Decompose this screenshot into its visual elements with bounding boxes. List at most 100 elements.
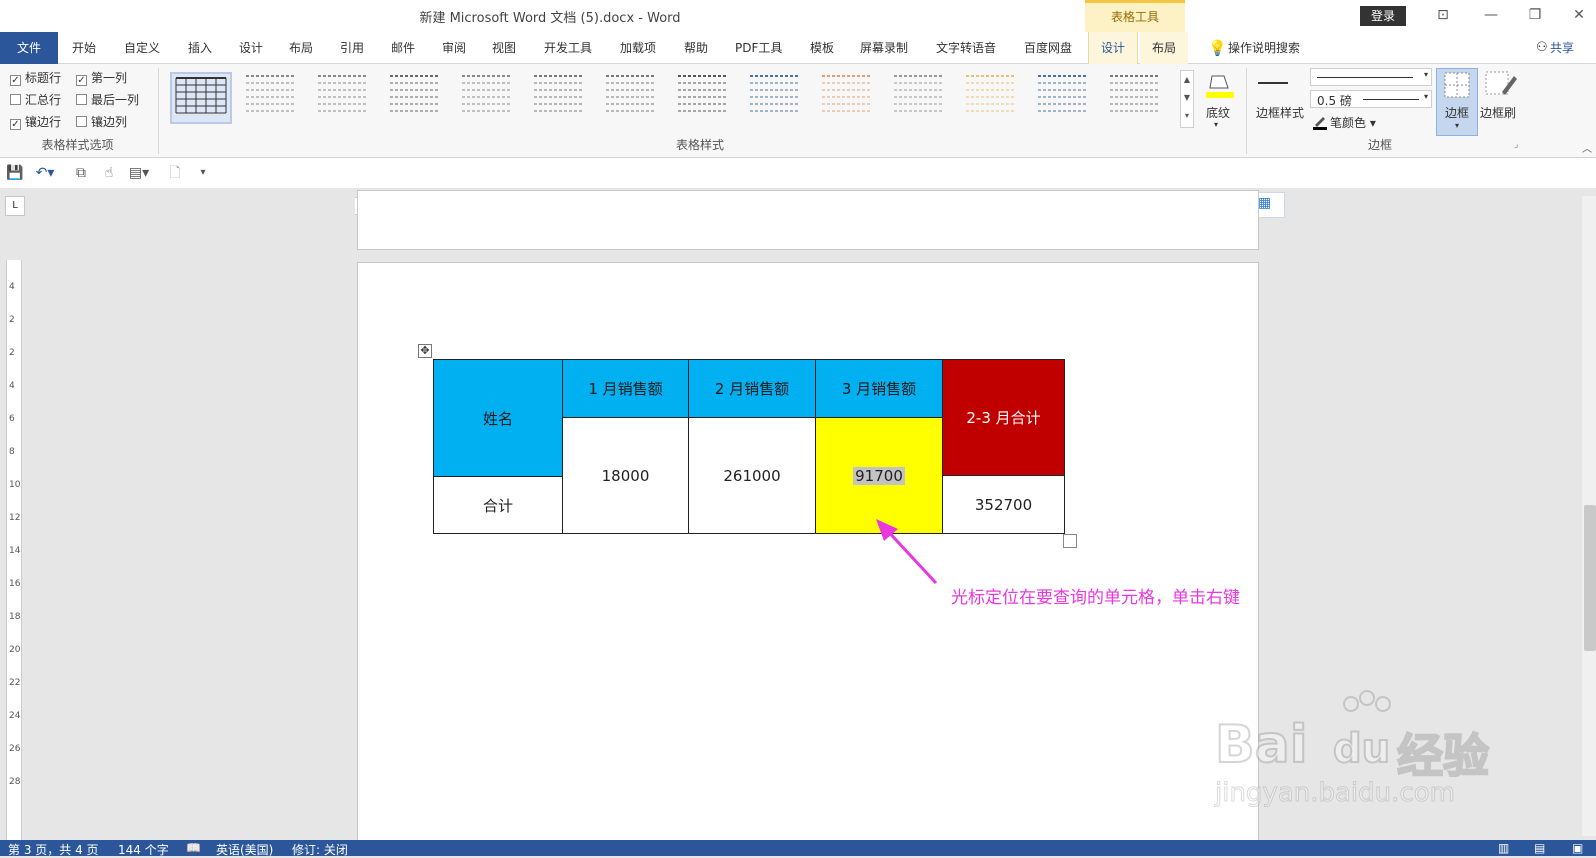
tab-custom[interactable]: 自定义 <box>116 32 168 64</box>
table-style-thumbnail[interactable] <box>170 72 232 124</box>
touch-mode-icon[interactable]: ☝ <box>98 163 120 183</box>
table-style-thumbnail[interactable] <box>818 72 880 124</box>
document-page[interactable] <box>357 262 1259 842</box>
track-changes-status[interactable]: 修订: 关闭 <box>292 841 348 858</box>
tab-screen-recording[interactable]: 屏幕录制 <box>852 32 916 64</box>
border-styles-button[interactable]: 边框样式 <box>1256 104 1304 121</box>
customize-qat-icon[interactable]: ▾ <box>192 163 214 183</box>
ruler-tick: 14 <box>9 546 21 556</box>
table-style-thumbnail[interactable] <box>1106 72 1168 124</box>
table-resize-handle[interactable] <box>1063 534 1077 548</box>
collapse-ribbon-icon[interactable]: ︿ <box>1582 140 1592 155</box>
tab-file[interactable]: 文件 <box>0 32 58 64</box>
cell-feb-header[interactable]: 2 月销售额 <box>688 359 816 418</box>
tab-baidu-netdisk[interactable]: 百度网盘 <box>1016 32 1080 64</box>
tab-layout[interactable]: 布局 <box>281 32 321 64</box>
save-icon[interactable]: 💾 <box>4 163 26 183</box>
paint-bucket-icon[interactable] <box>1202 70 1238 100</box>
restore-button[interactable]: ❐ <box>1522 4 1548 26</box>
table-style-thumbnail[interactable] <box>242 72 304 124</box>
tab-pdf-tools[interactable]: PDF工具 <box>727 32 790 64</box>
cell-jan-value[interactable]: 18000 <box>562 417 689 534</box>
copy-format-icon[interactable]: ⧉ <box>70 163 92 183</box>
tab-text-to-speech[interactable]: 文字转语音 <box>928 32 1004 64</box>
table-style-thumbnail[interactable] <box>530 72 592 124</box>
table-style-thumbnail[interactable] <box>746 72 808 124</box>
table-style-thumbnail[interactable] <box>386 72 448 124</box>
tab-view[interactable]: 视图 <box>484 32 524 64</box>
tab-references[interactable]: 引用 <box>332 32 372 64</box>
table-style-thumbnail[interactable] <box>602 72 664 124</box>
title-bar: 新建 Microsoft Word 文档 (5).docx - Word 表格工… <box>0 0 1596 32</box>
shading-button[interactable]: 底纹 <box>1206 104 1230 121</box>
cell-jan-header[interactable]: 1 月销售额 <box>562 359 689 418</box>
tab-templates[interactable]: 模板 <box>802 32 842 64</box>
tell-me-search[interactable]: 操作说明搜索 <box>1220 32 1308 64</box>
dialog-launcher-icon[interactable]: ⌟ <box>1514 140 1518 150</box>
table-style-thumbnail[interactable] <box>314 72 376 124</box>
word-count[interactable]: 144 个字 <box>118 841 169 858</box>
checkmark-icon: ✓ <box>76 75 87 86</box>
cell-name-header[interactable]: 姓名 <box>433 359 563 477</box>
minimize-button[interactable]: — <box>1478 4 1504 26</box>
borders-button[interactable]: 边框 ▾ <box>1436 68 1478 136</box>
last-column-checkbox[interactable]: 最后一列 <box>76 90 139 110</box>
tab-mailings[interactable]: 邮件 <box>383 32 423 64</box>
annotation-arrow-icon <box>876 519 938 585</box>
tab-design[interactable]: 设计 <box>231 32 271 64</box>
table-style-thumbnail[interactable] <box>890 72 952 124</box>
language-indicator[interactable]: 英语(美国) <box>216 841 273 858</box>
tab-home[interactable]: 开始 <box>64 32 104 64</box>
new-document-icon[interactable]: 🗋 <box>164 163 186 183</box>
first-column-checkbox[interactable]: ✓ 第一列 <box>76 68 127 88</box>
border-painter-button[interactable]: 边框刷 <box>1480 104 1516 121</box>
header-row-checkbox[interactable]: ✓ 标题行 <box>10 68 61 88</box>
cell-total-label[interactable]: 合计 <box>433 476 563 534</box>
status-bar: 第 3 页，共 4 页 144 个字 📖 英语(美国) 修订: 关闭 ▥ ▤ ▣ <box>0 840 1596 858</box>
total-row-checkbox[interactable]: 汇总行 <box>10 90 61 110</box>
table-style-thumbnail[interactable] <box>458 72 520 124</box>
ribbon-display-options-icon[interactable]: ⊡ <box>1430 4 1456 26</box>
tab-insert[interactable]: 插入 <box>180 32 220 64</box>
cell-sum-value[interactable]: 352700 <box>942 475 1065 534</box>
close-button[interactable]: ✕ <box>1566 4 1592 26</box>
table-style-thumbnail[interactable] <box>674 72 736 124</box>
print-layout-icon[interactable]: ▤ <box>1534 841 1545 855</box>
table-style-thumbnail[interactable] <box>962 72 1024 124</box>
tab-developer[interactable]: 开发工具 <box>536 32 600 64</box>
ruler-tick: 20 <box>9 645 21 655</box>
tab-selector-icon[interactable]: L <box>5 196 25 216</box>
checkmark-icon: ✓ <box>10 119 21 130</box>
table-style-options-label: 表格样式选项 <box>41 138 114 152</box>
cell-sum-header[interactable]: 2-3 月合计 <box>942 359 1065 476</box>
page-count[interactable]: 第 3 页，共 4 页 <box>8 841 99 858</box>
table-move-handle-icon[interactable]: ✥ <box>418 344 432 358</box>
scrollbar-thumb[interactable] <box>1584 505 1596 651</box>
login-button[interactable]: 登录 <box>1360 6 1406 26</box>
cell-mar-header[interactable]: 3 月销售额 <box>815 359 943 418</box>
read-mode-icon[interactable]: ▥ <box>1498 841 1509 855</box>
undo-icon[interactable]: ↶▾ <box>34 163 56 183</box>
banded-rows-checkbox[interactable]: ✓ 镶边行 <box>10 112 61 132</box>
tab-table-design[interactable]: 设计 <box>1088 32 1138 64</box>
table-style-thumbnail[interactable] <box>1034 72 1096 124</box>
ruler-tick: 12 <box>9 513 21 523</box>
ruler-tick: 4 <box>9 282 15 292</box>
tab-table-layout[interactable]: 布局 <box>1140 32 1188 64</box>
cell-feb-value[interactable]: 261000 <box>688 417 816 534</box>
line-style-dropdown[interactable]: ▾ <box>1310 68 1432 86</box>
tab-review[interactable]: 审阅 <box>434 32 474 64</box>
line-weight-dropdown[interactable]: 0.5 磅 ▾ <box>1310 90 1432 108</box>
vertical-ruler[interactable]: 4 2 2 4 6 8 10 12 14 16 18 20 22 24 26 28 <box>6 260 22 840</box>
border-painter-icon[interactable] <box>1480 70 1520 100</box>
tab-help[interactable]: 帮助 <box>676 32 716 64</box>
gallery-scroll-icon[interactable]: ▲ ▼ ▾ <box>1180 70 1194 128</box>
toolbox-icon[interactable]: ▦ <box>1258 195 1271 211</box>
banded-columns-checkbox[interactable]: 镶边列 <box>76 112 127 132</box>
layout-options-icon[interactable]: ▤▾ <box>128 163 150 183</box>
web-layout-icon[interactable]: ▣ <box>1572 841 1583 855</box>
pen-color-button[interactable]: 笔颜色 ▾ <box>1330 114 1376 131</box>
tab-addins[interactable]: 加载项 <box>612 32 664 64</box>
proofing-icon[interactable]: 📖 <box>186 841 201 855</box>
share-button[interactable]: 共享 <box>1542 32 1582 64</box>
